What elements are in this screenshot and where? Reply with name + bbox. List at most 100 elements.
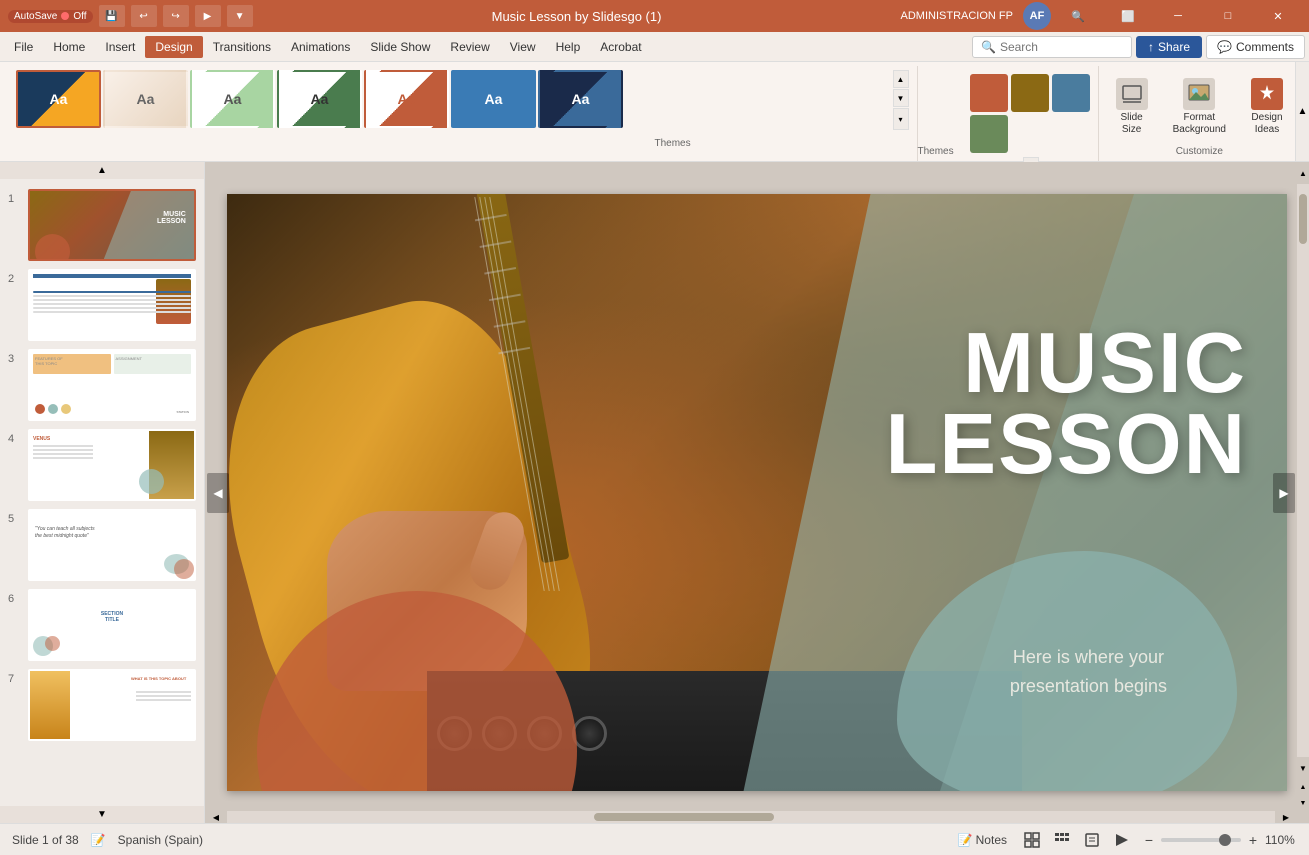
close-button[interactable]: ✕ [1255, 0, 1301, 32]
theme-1[interactable]: Aa [16, 70, 101, 128]
h-scroll-track [227, 812, 1275, 822]
menu-acrobat[interactable]: Acrobat [590, 36, 651, 58]
slide-image-1[interactable]: MUSICLESSON [28, 189, 196, 261]
save-button[interactable]: 💾 [99, 5, 125, 27]
user-avatar[interactable]: AF [1023, 2, 1051, 30]
v-scroll-thumb[interactable] [1299, 194, 1307, 244]
vertical-scrollbar[interactable]: ▲ ▼ ▲ ▼ [1297, 162, 1309, 811]
scroll-down-button[interactable]: ▼ [1297, 757, 1309, 779]
theme-5[interactable]: Aa [364, 70, 449, 128]
slide-size-svg [1120, 82, 1144, 106]
slide-title[interactable]: MUSIC LESSON [885, 324, 1247, 486]
search-icon[interactable]: 🔍 [1055, 0, 1101, 32]
maximize-button[interactable]: □ [1205, 0, 1251, 32]
theme-4[interactable]: Aa [277, 70, 362, 128]
slide-image-2[interactable] [28, 269, 196, 341]
prev-slide-button[interactable]: ◀ [207, 473, 229, 513]
scroll-right-button[interactable]: ▶ [1275, 811, 1297, 823]
slideshow-button[interactable] [1111, 829, 1133, 851]
ribbon: Aa Aa Aa Aa Aa Aa Aa [0, 62, 1309, 162]
menu-transitions[interactable]: Transitions [203, 36, 281, 58]
scroll-to-bottom-button[interactable]: ▼ [1297, 795, 1309, 811]
search-box[interactable]: 🔍 [972, 36, 1132, 58]
undo-button[interactable]: ↩ [131, 5, 157, 27]
theme-7[interactable]: Aa [538, 70, 623, 128]
slide-image-6[interactable]: SECTIONTITLE [28, 589, 196, 661]
slide-subtitle[interactable]: Here is where yourpresentation begins [1010, 643, 1167, 701]
notes-icon: 📝 [958, 833, 973, 847]
window-title: Music Lesson by Slidesgo (1) [492, 9, 662, 24]
menu-view[interactable]: View [500, 36, 546, 58]
present-button[interactable]: ▶ [195, 5, 221, 27]
horizontal-scrollbar[interactable]: ◀ ▶ [205, 811, 1297, 823]
slide-thumb-6[interactable]: 6 SECTIONTITLE [6, 587, 198, 663]
slide-thumb-2[interactable]: 2 [6, 267, 198, 343]
customize-qt-button[interactable]: ▼ [227, 5, 253, 27]
slide-image-4[interactable]: VENUS [28, 429, 196, 501]
comments-button[interactable]: 💬 Comments [1206, 35, 1305, 59]
menu-slideshow[interactable]: Slide Show [360, 36, 440, 58]
language[interactable]: Spanish (Spain) [118, 833, 203, 847]
variants-grid [970, 74, 1090, 153]
menu-design[interactable]: Design [145, 36, 202, 58]
theme-2[interactable]: Aa [103, 70, 188, 128]
scroll-to-top-button[interactable]: ▲ [1297, 779, 1309, 795]
design-ideas-button[interactable]: Design Ideas [1242, 74, 1292, 140]
scroll-up-button[interactable]: ▲ [1297, 162, 1309, 184]
h-scroll-thumb[interactable] [594, 813, 774, 821]
slide-preview-4: VENUS [30, 431, 194, 499]
scroll-left-button[interactable]: ◀ [205, 811, 227, 823]
ribbon-collapse-button[interactable]: ▲ [1295, 62, 1309, 161]
slide-size-button[interactable]: Slide Size [1107, 74, 1157, 140]
variant-1[interactable] [970, 74, 1008, 112]
slide-preview-1: MUSICLESSON [30, 191, 194, 259]
themes-scroll-down[interactable]: ▼ [893, 89, 909, 107]
slide-image-3[interactable]: FEATURES OFTHIS TOPIC ASSIGNMENT STATION [28, 349, 196, 421]
format-background-button[interactable]: Format Background [1165, 74, 1234, 140]
variant-3[interactable] [1052, 74, 1090, 112]
slide-thumb-4[interactable]: 4 VENUS [6, 427, 198, 503]
slide-thumb-7[interactable]: 7 WHAT IS THIS TOPIC ABOUT [6, 667, 198, 743]
menu-animations[interactable]: Animations [281, 36, 360, 58]
slide-thumb-3[interactable]: 3 FEATURES OFTHIS TOPIC ASSIGNMENT STATI… [6, 347, 198, 423]
slide-thumb-5[interactable]: 5 "You can teach all subjects the best m… [6, 507, 198, 583]
menu-insert[interactable]: Insert [95, 36, 145, 58]
slide-image-7[interactable]: WHAT IS THIS TOPIC ABOUT [28, 669, 196, 741]
slide-sorter-button[interactable] [1051, 829, 1073, 851]
normal-view-button[interactable] [1021, 829, 1043, 851]
next-slide-button[interactable]: ▶ [1273, 473, 1295, 513]
share-button[interactable]: ↑ Share [1136, 36, 1202, 58]
themes-expand[interactable]: ▾ [893, 108, 909, 130]
zoom-in-button[interactable]: + [1245, 832, 1261, 848]
slide-canvas[interactable]: MUSIC LESSON Here is where yourpresentat… [227, 194, 1287, 791]
slide-image-5[interactable]: "You can teach all subjects the best mid… [28, 509, 196, 581]
menu-file[interactable]: File [4, 36, 43, 58]
search-input[interactable] [1000, 40, 1130, 54]
ribbon-toggle-button[interactable]: ⬜ [1105, 0, 1151, 32]
v-scroll-track [1298, 184, 1308, 757]
spell-check-icon[interactable]: 📝 [91, 833, 106, 847]
sidebar-scroll-down[interactable]: ▼ [0, 806, 204, 823]
slide-thumb-1[interactable]: 1 MUSICLESSON [6, 187, 198, 263]
autosave-badge[interactable]: AutoSave Off [8, 10, 93, 23]
menu-review[interactable]: Review [440, 36, 499, 58]
themes-scroll-up[interactable]: ▲ [893, 70, 909, 88]
zoom-slider[interactable] [1161, 838, 1241, 842]
zoom-out-button[interactable]: − [1141, 832, 1157, 848]
sidebar-scroll-up[interactable]: ▲ [0, 162, 204, 179]
slide-preview-3: FEATURES OFTHIS TOPIC ASSIGNMENT STATION [30, 351, 194, 419]
menu-help[interactable]: Help [546, 36, 591, 58]
zoom-level[interactable]: 110% [1265, 833, 1297, 847]
slide-preview-7: WHAT IS THIS TOPIC ABOUT [30, 671, 194, 739]
variant-4[interactable] [970, 115, 1008, 153]
slide-number-6: 6 [8, 589, 24, 605]
theme-3[interactable]: Aa [190, 70, 275, 128]
variant-2[interactable] [1011, 74, 1049, 112]
redo-button[interactable]: ↪ [163, 5, 189, 27]
minimize-button[interactable]: ─ [1155, 0, 1201, 32]
menu-home[interactable]: Home [43, 36, 95, 58]
reading-view-icon [1084, 832, 1100, 848]
notes-button[interactable]: 📝 Notes [952, 831, 1013, 849]
reading-view-button[interactable] [1081, 829, 1103, 851]
theme-6[interactable]: Aa [451, 70, 536, 128]
